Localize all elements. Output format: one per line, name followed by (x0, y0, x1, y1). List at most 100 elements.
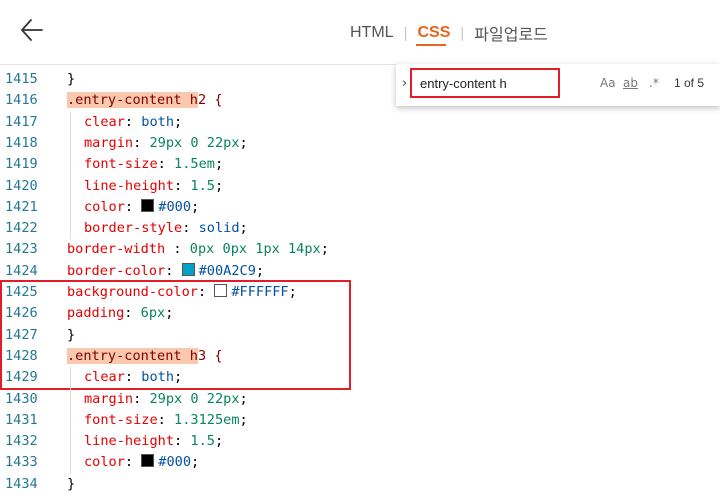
property-value: 1.5 (190, 433, 215, 450)
indent-guide (70, 367, 71, 474)
line-number: 1419 (5, 156, 38, 173)
declaration: clear: both; (84, 112, 182, 133)
regex-toggle[interactable]: .* (649, 76, 659, 90)
colon: : (173, 241, 190, 258)
expand-replace-icon[interactable]: › (402, 76, 407, 91)
property-name: font-size (84, 411, 158, 428)
property-value: 6px (140, 305, 166, 322)
color-swatch[interactable] (141, 198, 155, 212)
declaration: border-width : 0px 0px 1px 14px; (67, 239, 329, 260)
line-number: 1426 (5, 305, 38, 322)
code-line: 1427} (0, 325, 720, 346)
colon: : (174, 177, 191, 194)
declaration: color: #000; (84, 197, 199, 218)
property-name: color (84, 198, 125, 215)
code-line: 1419 font-size: 1.5em; (0, 154, 720, 175)
code-line: 1430 margin: 29px 0 22px; (0, 389, 720, 410)
code-line: 1417 clear: both; (0, 112, 720, 133)
colon: : (133, 134, 150, 151)
editor-header: HTML | CSS | 파일업로드 (0, 0, 720, 65)
declaration: padding: 6px; (67, 303, 173, 324)
property-value: #000 (158, 454, 192, 471)
tab-css[interactable]: CSS (417, 24, 450, 42)
tab-file-upload[interactable]: 파일업로드 (474, 21, 548, 45)
code-line: 1425 background-color: #FFFFFF; (0, 282, 720, 303)
css-code-editor[interactable]: 1415} 1416 .entry-content h2 {1417 clear: b… (0, 64, 720, 500)
property-name: margin (84, 390, 134, 407)
colon: : (157, 156, 175, 173)
find-input[interactable] (410, 68, 560, 98)
code-line: 1424 border-color: #00A2C9; (0, 261, 720, 282)
declaration: border-color: #00A2C9; (67, 261, 264, 282)
selector: .entry-content h2 { (67, 90, 223, 111)
line-number: 1431 (5, 411, 38, 428)
declaration: border-style: solid; (84, 218, 248, 239)
line-number: 1427 (5, 326, 38, 343)
line-number: 1428 (5, 347, 38, 364)
line-number: 1421 (5, 198, 38, 215)
closing-brace: } (67, 71, 76, 87)
line-number: 1420 (5, 177, 38, 194)
match-case-toggle[interactable]: Aa (600, 76, 616, 90)
line-number: 1424 (5, 262, 38, 279)
tab-separator: | (403, 24, 408, 42)
semicolon: ; (288, 284, 297, 300)
colon: : (124, 305, 141, 322)
line-number: 1433 (5, 454, 38, 471)
code-line: 1418 margin: 29px 0 22px; (0, 133, 720, 154)
semicolon: ; (174, 113, 183, 130)
closing-brace: } (67, 326, 76, 343)
code-line: 1426 padding: 6px; (0, 303, 720, 324)
colon: : (165, 262, 182, 279)
line-number: 1415 (5, 71, 38, 87)
code-line: 1434} (0, 474, 720, 495)
semicolon: ; (214, 433, 224, 450)
back-arrow-icon (21, 19, 43, 41)
property-value: 29px 0 22px (149, 134, 240, 151)
indent-guide (70, 111, 71, 219)
color-swatch[interactable] (181, 262, 195, 276)
code-line: 1422 border-style: solid; (0, 218, 720, 239)
property-value: 0px 0px 1px 14px (189, 241, 321, 258)
colon: : (124, 369, 142, 386)
semicolon: ; (191, 198, 200, 215)
property-name: border-width (67, 241, 174, 258)
closing-brace: } (67, 475, 76, 492)
declaration: line-height: 1.5; (84, 176, 223, 197)
colon: : (174, 433, 191, 450)
color-swatch[interactable] (214, 284, 228, 297)
selector: .entry-content h3 { (67, 346, 223, 367)
semicolon: ; (214, 177, 224, 194)
active-tab-indicator (416, 44, 446, 46)
line-number: 1417 (5, 113, 38, 130)
line-number: 1425 (5, 284, 38, 300)
property-value: both (141, 113, 175, 130)
colon: : (124, 454, 142, 471)
property-name: margin (84, 134, 134, 151)
declaration: font-size: 1.3125em; (84, 410, 248, 431)
editor-tabs: HTML | CSS | 파일업로드 (350, 21, 548, 45)
property-value: #00A2C9 (198, 262, 256, 279)
color-swatch[interactable] (141, 454, 155, 468)
search-match: .entry-content h (67, 347, 198, 364)
back-button[interactable] (18, 14, 50, 46)
property-name: font-size (84, 156, 158, 173)
colon: : (124, 198, 142, 215)
tab-html[interactable]: HTML (350, 24, 394, 42)
line-number: 1430 (5, 390, 38, 407)
line-number: 1429 (5, 369, 38, 386)
colon: : (124, 113, 142, 130)
whole-word-toggle[interactable]: ab (623, 76, 638, 90)
property-value: 29px 0 22px (149, 390, 240, 407)
match-count: 1 of 5 (674, 76, 705, 90)
property-name: border-color (67, 262, 166, 279)
property-name: line-height (84, 433, 175, 450)
semicolon: ; (239, 134, 248, 151)
code-line: 1431 font-size: 1.3125em; (0, 410, 720, 431)
semicolon: ; (174, 369, 183, 386)
code-line: 1421 color: #000; (0, 197, 720, 218)
colon: : (197, 284, 215, 300)
semicolon: ; (255, 262, 265, 279)
semicolon: ; (320, 241, 329, 258)
semicolon: ; (214, 156, 224, 173)
